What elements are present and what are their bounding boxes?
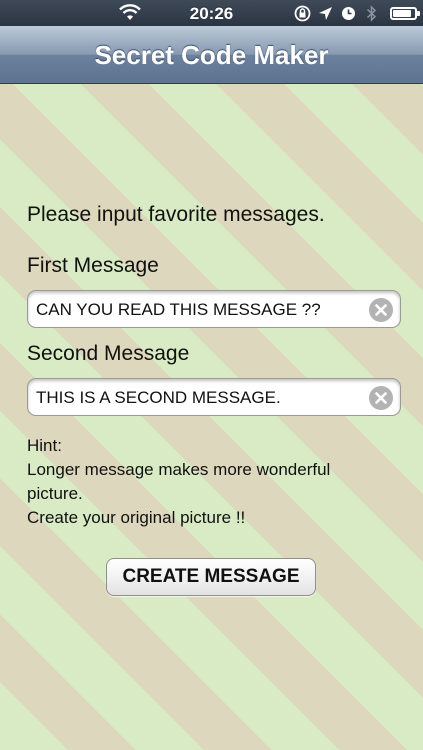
clear-first-message-icon[interactable] [369,298,393,322]
battery-icon [390,6,420,20]
first-message-value[interactable]: CAN YOU READ THIS MESSAGE ?? [36,300,321,320]
content-area: Please input favorite messages. First Me… [0,84,423,750]
hint-text: Hint: Longer message makes more wonderfu… [27,434,397,530]
hint-line: picture. [27,484,83,503]
second-message-label: Second Message [27,342,190,365]
create-message-button[interactable]: CREATE MESSAGE [106,558,316,596]
rotation-lock-icon [294,5,311,22]
navigation-bar: Secret Code Maker [0,26,423,84]
status-bar: 20:26 [0,0,423,26]
alarm-icon [340,5,357,22]
second-message-field[interactable]: THIS IS A SECOND MESSAGE. [27,378,401,416]
first-message-field[interactable]: CAN YOU READ THIS MESSAGE ?? [27,290,401,328]
status-icons [294,3,420,23]
bluetooth-icon [363,4,380,22]
location-icon [317,5,334,22]
hint-line: Hint: [27,436,62,455]
instruction-text: Please input favorite messages. [27,203,325,226]
hint-line: Longer message makes more wonderful [27,460,331,479]
clear-second-message-icon[interactable] [369,386,393,410]
hint-line: Create your original picture !! [27,508,246,527]
first-message-label: First Message [27,254,159,277]
page-title: Secret Code Maker [94,40,329,70]
second-message-value[interactable]: THIS IS A SECOND MESSAGE. [36,388,281,408]
